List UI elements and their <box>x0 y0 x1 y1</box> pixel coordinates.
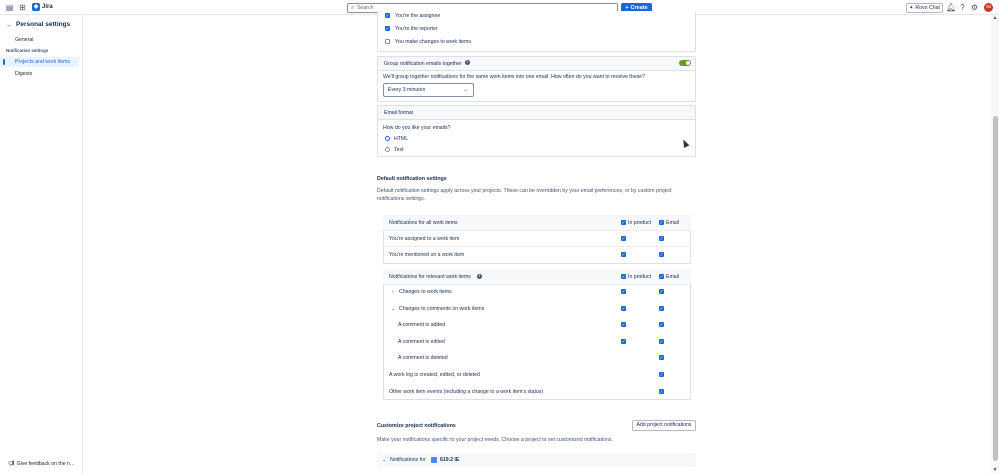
email-format-card: Email format <box>377 105 696 157</box>
col-in-product-label-2: In product <box>628 274 652 280</box>
feedback-label: Give feedback on the n... <box>16 461 75 467</box>
email-format-question: How do you like your emails? <box>383 125 451 131</box>
comment-added-label: A comment is added <box>398 322 446 328</box>
group-emails-header: Group notification emails together <box>378 57 695 71</box>
col-email-label-2: Email <box>666 274 679 280</box>
sidebar-item-general[interactable]: General <box>0 35 79 45</box>
rovo-label: Rovo Chat <box>915 5 940 11</box>
group-frequency-select[interactable]: Every 3 minutes ⌄ <box>383 83 474 97</box>
other-events-email-checkbox[interactable]: ✓ <box>659 389 664 394</box>
assignee-label: You're the assignee <box>395 13 441 19</box>
all-in-product-checkbox[interactable]: ✓ <box>621 220 626 225</box>
sidebar-toggle-icon[interactable]: ▤ <box>5 3 14 12</box>
group-frequency-value: Every 3 minutes <box>388 87 426 93</box>
work-log-email-checkbox[interactable]: ✓ <box>659 372 664 377</box>
email-format-html-label: HTML <box>394 136 409 142</box>
help-icon[interactable]: ? <box>958 3 967 12</box>
all-work-items-group-label: Notifications for all work items <box>389 220 458 226</box>
changes-work-items-email-checkbox[interactable]: ✓ <box>659 289 664 294</box>
email-format-html-radio[interactable] <box>385 136 390 141</box>
page-scrollbar[interactable]: ▲ ▼ <box>991 15 999 474</box>
app-name: Jira <box>42 4 53 10</box>
changes-to-work-items-label: Changes to work items <box>399 289 452 295</box>
mentioned-label: You're mentioned on a work item <box>389 252 465 258</box>
other-events-label: Other work item events (including a chan… <box>389 389 544 395</box>
comment-added-email-checkbox[interactable]: ✓ <box>659 322 664 327</box>
notifications-for-label: Notifications for <box>390 457 426 463</box>
scroll-down-arrow-icon[interactable]: ▼ <box>992 468 998 473</box>
assigned-in-product-checkbox[interactable]: ✓ <box>621 236 626 241</box>
group-emails-description: We'll group together notifications for t… <box>383 74 645 80</box>
mentioned-email-checkbox[interactable]: ✓ <box>659 252 664 257</box>
sidebar-title: Personal settings <box>16 21 71 28</box>
chevron-down-expanded-icon[interactable]: ⌄ <box>391 306 395 312</box>
email-format-header: Email format <box>378 106 695 120</box>
col-in-product-label: In product <box>628 220 652 226</box>
customize-heading: Customize project notifications <box>377 423 456 429</box>
relevant-info-icon[interactable]: i <box>477 274 482 279</box>
group-emails-info-icon[interactable]: i <box>465 60 470 65</box>
settings-sidebar: ← Personal settings General Notification… <box>0 15 83 474</box>
default-settings-description-line2: notifications settings. <box>377 196 426 202</box>
default-settings-description-line1: Default notification settings apply acro… <box>377 188 672 194</box>
project-name: 619.2 IE <box>440 457 460 463</box>
all-email-checkbox[interactable]: ✓ <box>659 220 664 225</box>
comment-edited-in-product-checkbox[interactable]: ✓ <box>621 339 626 344</box>
make-changes-checkbox[interactable] <box>385 39 390 44</box>
chevron-down-icon: ⌄ <box>463 87 468 93</box>
comment-edited-label: A comment is edited <box>398 339 445 345</box>
default-settings-heading: Default notification settings <box>377 176 447 182</box>
changes-comments-in-product-checkbox[interactable]: ✓ <box>621 306 626 311</box>
comment-edited-email-checkbox[interactable]: ✓ <box>659 339 664 344</box>
customize-description: Make your notifications specific to your… <box>377 437 613 443</box>
reporter-checkbox[interactable]: ✓ <box>385 26 390 31</box>
back-arrow-icon[interactable]: ← <box>6 22 13 29</box>
email-format-text-radio[interactable] <box>385 147 390 152</box>
sidebar-section-label: Notification settings <box>6 48 49 53</box>
assigned-email-checkbox[interactable]: ✓ <box>659 236 664 241</box>
group-emails-title: Group notification emails together <box>384 61 462 67</box>
sidebar-item-projects-and-work-items[interactable]: Projects and work items <box>0 57 79 67</box>
assignee-checkbox[interactable]: ✓ <box>385 13 390 18</box>
rovo-chat-button[interactable]: ✦ Rovo Chat <box>906 3 943 13</box>
comment-added-in-product-checkbox[interactable]: ✓ <box>621 322 626 327</box>
jira-logo[interactable]: ◆ Jira <box>32 3 53 11</box>
search-placeholder: Search <box>357 5 374 11</box>
make-changes-label: You make changes to work items <box>395 39 471 45</box>
relevant-email-checkbox[interactable]: ✓ <box>659 274 664 279</box>
project-chevron-icon[interactable]: ⌄ <box>382 457 386 463</box>
scrollbar-thumb[interactable] <box>992 116 998 461</box>
sidebar-item-digests[interactable]: Digests <box>0 69 79 79</box>
notifications-bell-icon[interactable]: 🔔︎ <box>946 3 956 12</box>
relevant-work-items-group-label: Notifications for relevant work items <box>389 274 471 280</box>
megaphone-icon: 📢︎ <box>8 461 15 467</box>
search-icon: ⌕ <box>351 4 355 11</box>
assigned-label: You're assigned to a work item <box>389 236 460 242</box>
changes-to-comments-label: Changes to comments on work items <box>399 306 485 312</box>
work-log-label: A work log is created, edited, or delete… <box>389 372 480 378</box>
rovo-icon: ✦ <box>909 5 914 11</box>
col-email-label: Email <box>666 220 679 226</box>
group-emails-toggle[interactable] <box>679 60 691 66</box>
reporter-label: You're the reporter <box>395 26 438 32</box>
comment-deleted-label: A comment is deleted <box>398 355 448 361</box>
changes-comments-email-checkbox[interactable]: ✓ <box>659 306 664 311</box>
scroll-up-arrow-icon[interactable]: ▲ <box>992 16 998 21</box>
comment-deleted-email-checkbox[interactable]: ✓ <box>659 355 664 360</box>
user-avatar[interactable]: TG <box>984 3 993 12</box>
relevant-in-product-checkbox[interactable]: ✓ <box>621 274 626 279</box>
chevron-right-icon[interactable]: › <box>392 289 394 295</box>
changes-work-items-in-product-checkbox[interactable]: ✓ <box>621 289 626 294</box>
project-avatar-icon <box>431 457 437 463</box>
email-format-text-label: Text <box>394 147 404 153</box>
settings-gear-icon[interactable]: ⚙ <box>970 3 979 12</box>
app-switcher-icon[interactable]: ⊞ <box>18 3 27 12</box>
add-project-notifications-button[interactable]: Add project notifications <box>632 420 696 431</box>
jira-logo-icon: ◆ <box>32 3 40 11</box>
email-format-title: Email format <box>384 110 414 116</box>
mentioned-in-product-checkbox[interactable]: ✓ <box>621 252 626 257</box>
give-feedback-link[interactable]: 📢︎ Give feedback on the n... <box>8 461 74 467</box>
